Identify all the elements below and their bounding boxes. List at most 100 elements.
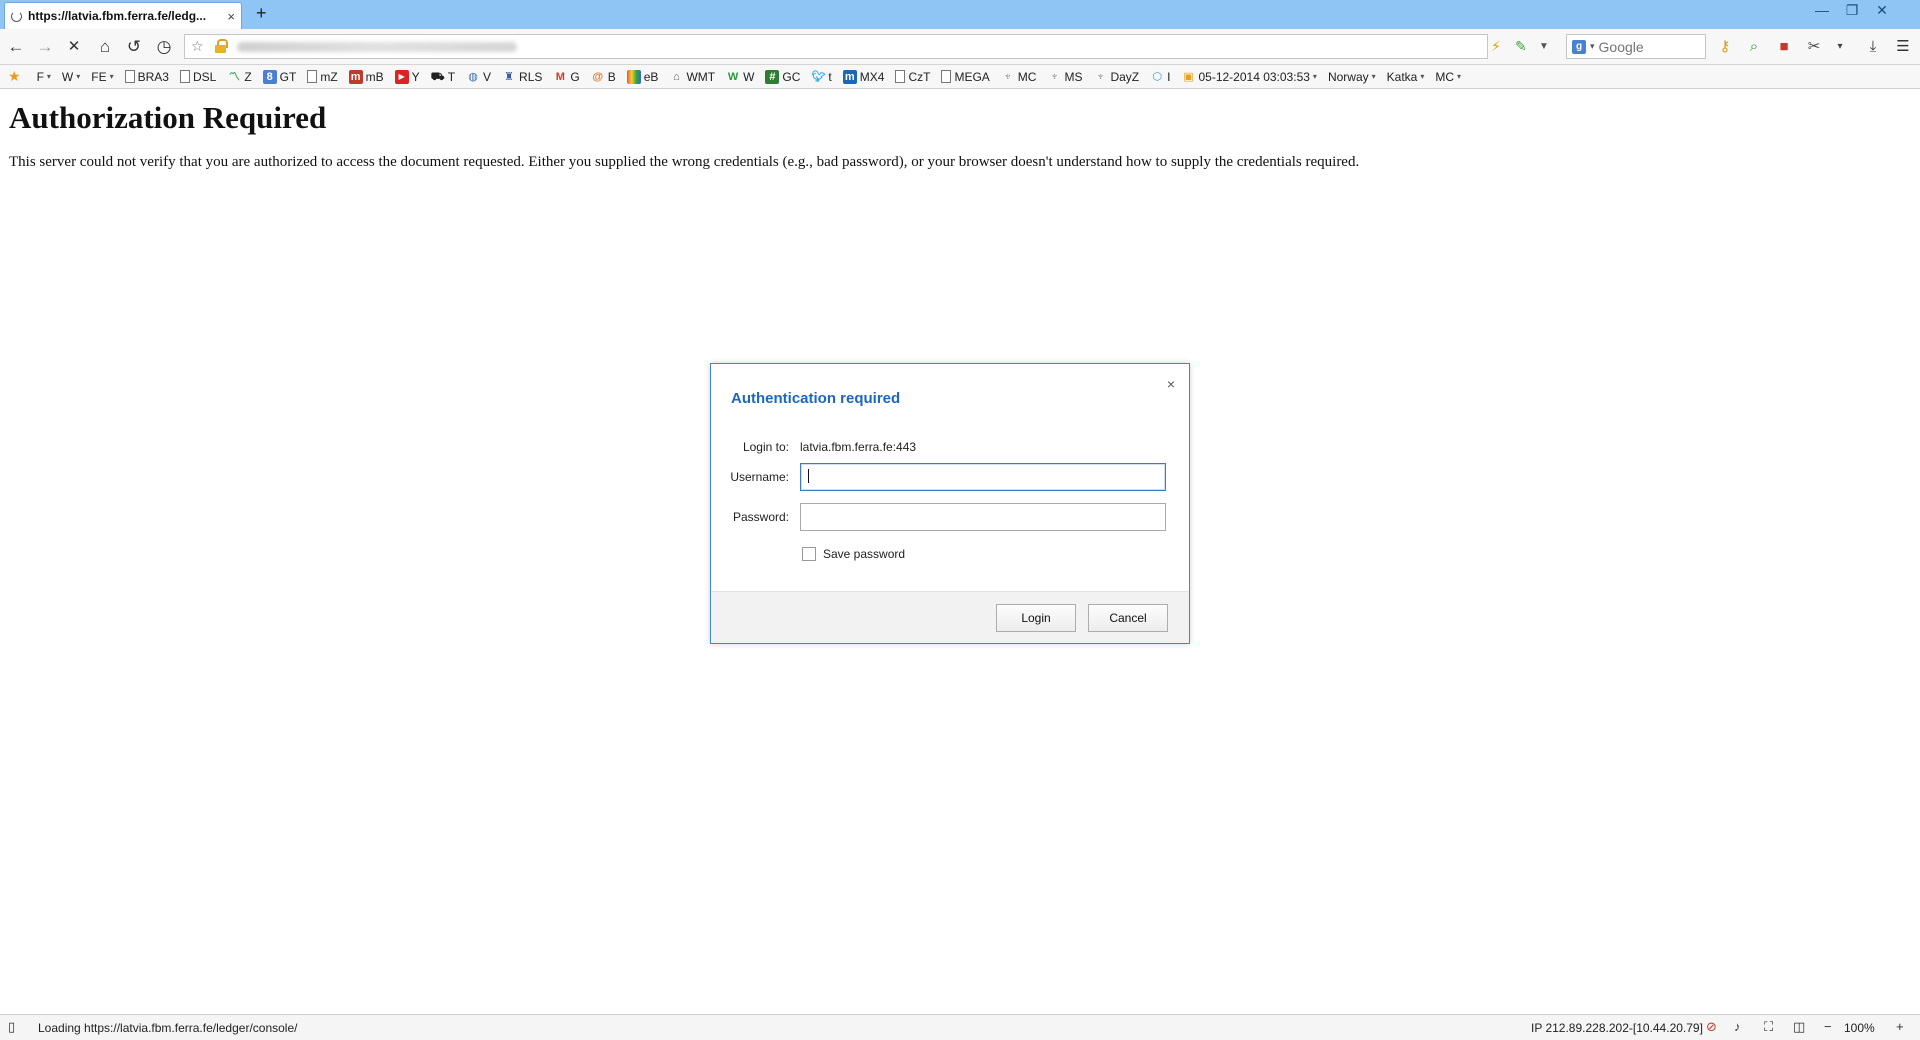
fullscreen-icon[interactable]: ⛶ xyxy=(1764,1019,1773,1035)
bookmark-item[interactable]: MG xyxy=(553,70,580,84)
bookmark-item[interactable]: ⬡ I xyxy=(1150,70,1170,84)
split-view-icon[interactable]: ◫ xyxy=(1793,1019,1805,1035)
page-icon xyxy=(179,70,190,83)
bookmark-item[interactable]: W ▾ xyxy=(62,70,80,84)
bookmark-item[interactable]: 8 GT xyxy=(262,69,296,84)
bookmark-item[interactable]: MC ▾ xyxy=(1435,70,1461,84)
url-text-blurred xyxy=(237,42,517,52)
back-button[interactable]: ← xyxy=(5,36,27,58)
bookmark-item[interactable]: FE ▾ xyxy=(91,70,113,84)
search-input[interactable] xyxy=(1598,38,1699,55)
login-to-label: Login to: xyxy=(742,440,789,454)
dialog-close-icon[interactable]: × xyxy=(1167,376,1175,392)
tools-dropdown-icon[interactable]: ▾ xyxy=(1830,37,1850,57)
new-tab-button[interactable]: + xyxy=(256,3,267,24)
bookmark-item[interactable]: DSL xyxy=(179,70,216,84)
tab-strip: https://latvia.fbm.ferra.fe/ledg... × + … xyxy=(0,0,1920,29)
username-field[interactable] xyxy=(800,463,1166,491)
bookmark-item[interactable]: 🐦︎ t xyxy=(811,70,831,84)
restore-button[interactable]: ❐ xyxy=(1837,2,1867,19)
zoom-level[interactable]: 100% xyxy=(1844,1021,1875,1035)
bookmark-item[interactable]: @ B xyxy=(591,70,615,84)
bookmark-item[interactable]: ♜ RLS xyxy=(502,70,542,84)
close-window-button[interactable]: ✕ xyxy=(1867,2,1897,19)
address-dropdown-icon[interactable]: ▼ xyxy=(1539,41,1549,52)
text-cursor xyxy=(808,469,809,483)
tab-title: https://latvia.fbm.ferra.fe/ledg... xyxy=(28,9,207,23)
youtube-icon: ▶ xyxy=(394,69,409,84)
bookmark-item[interactable]: 〽 Z xyxy=(227,70,252,84)
bookmark-item[interactable]: BRA3 xyxy=(124,70,169,84)
search-engine-dropdown-icon[interactable]: ▾ xyxy=(1590,41,1595,52)
lock-icon[interactable] xyxy=(215,39,228,53)
blocked-icon[interactable]: ⊘ xyxy=(1706,1019,1717,1035)
download-icon[interactable]: ⤓ xyxy=(1863,37,1883,57)
bookmark-item[interactable]: ⌂ WMT xyxy=(669,70,715,84)
password-field[interactable] xyxy=(800,503,1166,531)
forward-button[interactable]: → xyxy=(34,36,56,58)
bookmark-item[interactable]: ♆ MC xyxy=(1001,70,1037,84)
tools-icon[interactable]: ✂ xyxy=(1804,37,1824,57)
bookmark-item[interactable]: ♆ DayZ xyxy=(1093,70,1139,84)
save-password-label[interactable]: Save password xyxy=(823,547,905,561)
bookmark-item[interactable]: CzT xyxy=(895,70,930,84)
mbank-icon: m xyxy=(348,69,363,84)
status-bar: ▯ Loading https://latvia.fbm.ferra.fe/le… xyxy=(0,1014,1920,1040)
stop-button[interactable]: ✕ xyxy=(63,36,85,58)
bookmark-item[interactable]: m MX4 xyxy=(842,69,884,84)
bookmark-item[interactable]: ▶ Y xyxy=(394,69,420,84)
zoom-out-button[interactable]: − xyxy=(1824,1019,1832,1034)
home-button[interactable]: ⌂ xyxy=(94,36,116,58)
tab-close-icon[interactable]: × xyxy=(227,9,235,24)
bookmark-item[interactable]: mZ xyxy=(307,70,338,84)
cancel-button[interactable]: Cancel xyxy=(1088,604,1168,632)
bookmark-item[interactable]: ♆ MS xyxy=(1047,70,1082,84)
dayz-icon: ♆ xyxy=(1096,70,1105,83)
bookmark-item[interactable]: Norway ▾ xyxy=(1328,70,1376,84)
lightning-icon[interactable]: ⚡ xyxy=(1491,38,1501,55)
car-icon: ⛟ xyxy=(430,70,445,83)
bookmark-item[interactable]: # GC xyxy=(765,69,800,84)
bookmark-item[interactable]: ◍ V xyxy=(466,70,491,84)
volume-icon[interactable]: ♪ xyxy=(1734,1019,1741,1034)
page-message: This server could not verify that you ar… xyxy=(9,154,1360,170)
bookmarks-bar: ★ F ▾ W ▾ FE ▾ BRA3 DSL 〽 Z 8 GT mZ m mB ▶ Y ⛟ T… xyxy=(0,65,1920,89)
minimize-button[interactable]: — xyxy=(1807,2,1837,19)
ebay-icon xyxy=(626,69,641,84)
bookmark-item[interactable]: eB xyxy=(626,69,658,84)
address-bar[interactable]: ☆ ⚡ ✎ ▼ xyxy=(184,34,1549,59)
page-icon xyxy=(941,70,952,83)
bookmarks-star-icon[interactable]: ★ xyxy=(8,68,21,85)
save-password-checkbox[interactable] xyxy=(802,547,816,561)
shield-icon: ⬡ xyxy=(1152,70,1162,83)
zoom-in-button[interactable]: + xyxy=(1896,1019,1904,1034)
bookmark-item[interactable]: ⛟ T xyxy=(431,70,455,84)
bookmark-item[interactable]: Katka ▾ xyxy=(1387,70,1425,84)
reload-button[interactable]: ↺ xyxy=(123,36,145,58)
mx4-icon: m xyxy=(842,69,857,84)
bookmark-item[interactable]: m mB xyxy=(348,69,384,84)
dialog-footer: Login Cancel xyxy=(711,591,1189,643)
key-icon[interactable]: ⚷ xyxy=(1715,37,1735,57)
login-to-value: latvia.fbm.ferra.fe:443 xyxy=(800,440,917,454)
gc-icon: # xyxy=(765,69,780,84)
bookmark-item[interactable]: F ▾ xyxy=(37,70,51,84)
history-button[interactable]: ◷ xyxy=(153,36,175,58)
loading-spinner-icon xyxy=(11,10,22,22)
extension-pin-icon[interactable]: ✎ xyxy=(1515,38,1527,55)
tab-active[interactable]: https://latvia.fbm.ferra.fe/ledg... × xyxy=(4,2,242,29)
ip-address: IP 212.89.228.202-[10.44.20.79] xyxy=(1531,1021,1703,1035)
search-engine-icon[interactable]: g xyxy=(1572,39,1586,54)
login-button[interactable]: Login xyxy=(996,604,1076,632)
translate-icon: 8 xyxy=(262,69,277,84)
status-text: Loading https://latvia.fbm.ferra.fe/ledg… xyxy=(38,1021,298,1035)
magnifier-icon[interactable]: ⌕ xyxy=(1744,37,1764,57)
record-icon[interactable]: ■ xyxy=(1774,37,1794,57)
sidebar-toggle-icon[interactable]: ▯ xyxy=(8,1019,15,1035)
bookmark-star-icon[interactable]: ☆ xyxy=(191,38,204,55)
bookmark-item[interactable]: MEGA xyxy=(941,70,990,84)
bookmark-item[interactable]: WW xyxy=(726,70,755,84)
menu-icon[interactable]: ☰ xyxy=(1893,37,1913,57)
bookmark-item[interactable]: ▣ 05-12-2014 03:03:53 ▾ xyxy=(1181,70,1317,84)
search-box[interactable]: g ▾ xyxy=(1566,34,1706,59)
